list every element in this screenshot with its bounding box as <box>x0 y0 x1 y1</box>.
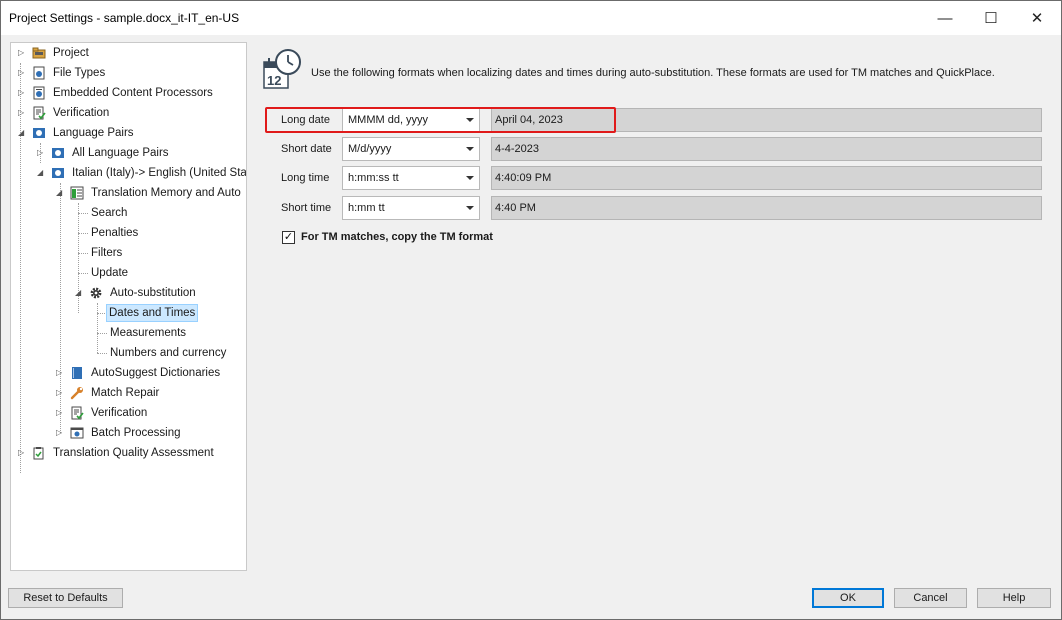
tree-item-label: Filters <box>91 247 123 259</box>
dictionary-icon <box>72 367 82 379</box>
file-types-icon <box>33 66 45 80</box>
tree-item-label: Batch Processing <box>91 427 181 439</box>
expand-arrow-icon[interactable]: ▷ <box>18 83 26 103</box>
tree-item-label: Measurements <box>110 327 187 339</box>
folder-icon <box>32 47 46 59</box>
expand-arrow-icon[interactable]: ▷ <box>56 383 64 403</box>
description-text: Use the following formats when localizin… <box>311 67 995 79</box>
tree-item-label: File Types <box>53 67 106 79</box>
calendar-clock-icon: 12 <box>263 49 301 89</box>
dropdown-arrow-icon[interactable] <box>466 176 474 180</box>
tree-guide-line <box>97 303 98 353</box>
tree-item-label: Numbers and currency <box>110 347 227 359</box>
collapse-arrow-icon[interactable]: ◢ <box>18 123 26 143</box>
language-pairs-icon <box>52 148 64 158</box>
tree-item-label: Match Repair <box>91 387 160 399</box>
expand-arrow-icon[interactable]: ▷ <box>56 423 64 443</box>
dropdown-arrow-icon[interactable] <box>466 206 474 210</box>
minimize-button[interactable]: — <box>922 1 968 35</box>
tree-item-label: Verification <box>91 407 148 419</box>
tree-item-label: Dates and Times <box>106 304 199 322</box>
expand-arrow-icon[interactable]: ▷ <box>18 443 26 463</box>
expand-arrow-icon[interactable]: ▷ <box>18 43 26 63</box>
reset-to-defaults-button[interactable]: Reset to Defaults <box>8 588 123 608</box>
svg-text:12: 12 <box>267 73 281 88</box>
expand-arrow-icon[interactable]: ▷ <box>56 363 64 383</box>
short-time-format-value: h:mm tt <box>348 202 385 214</box>
copy-tm-format-checkbox[interactable]: ✓ <box>282 231 295 244</box>
tree-guide-line <box>78 253 88 254</box>
tree-item-label: Translation Memory and Auto <box>91 187 241 199</box>
expand-arrow-icon[interactable]: ▷ <box>18 63 26 83</box>
collapse-arrow-icon[interactable]: ◢ <box>75 283 83 303</box>
long-date-highlight <box>265 107 616 133</box>
tree-guide-line <box>78 233 88 234</box>
clipboard-icon <box>33 447 44 460</box>
tree-item-label: Penalties <box>91 227 139 239</box>
tree-item-label: Embedded Content Processors <box>53 87 213 99</box>
verification-icon <box>71 406 84 420</box>
collapse-arrow-icon[interactable]: ◢ <box>56 183 64 203</box>
dropdown-arrow-icon[interactable] <box>466 147 474 151</box>
verification-icon <box>33 106 46 120</box>
long-time-label: Long time <box>281 172 330 184</box>
tree-item-label: All Language Pairs <box>72 147 169 159</box>
long-time-format-value: h:mm:ss tt <box>348 172 399 184</box>
tree-guide-line <box>97 353 107 354</box>
tree-item-label: AutoSuggest Dictionaries <box>91 367 221 379</box>
short-time-preview: 4:40 PM <box>491 196 1042 220</box>
help-button[interactable]: Help <box>977 588 1051 608</box>
tree-item-label: Verification <box>53 107 110 119</box>
tree-item-label: Project <box>53 47 89 59</box>
tree-item-label: Translation Quality Assessment <box>53 447 214 459</box>
copy-tm-format-label: For TM matches, copy the TM format <box>301 231 493 243</box>
long-time-preview: 4:40:09 PM <box>491 166 1042 190</box>
expand-arrow-icon[interactable]: ▷ <box>56 403 64 423</box>
short-time-format-combo[interactable]: h:mm tt <box>342 196 480 220</box>
tree-guide-line <box>78 273 88 274</box>
expand-arrow-icon[interactable]: ▷ <box>18 103 26 123</box>
language-pair-icon <box>52 168 64 178</box>
short-date-format-value: M/d/yyyy <box>348 143 392 155</box>
language-pairs-icon <box>33 128 45 138</box>
gear-icon <box>90 287 102 299</box>
tree-guide-line <box>78 213 88 214</box>
long-time-format-combo[interactable]: h:mm:ss tt <box>342 166 480 190</box>
tree-guide-line <box>97 333 107 334</box>
processor-icon <box>33 86 45 100</box>
short-date-format-combo[interactable]: M/d/yyyy <box>342 137 480 161</box>
ok-button[interactable]: OK <box>812 588 884 608</box>
tree-item-label: Search <box>91 207 128 219</box>
wrench-icon <box>70 387 83 400</box>
batch-icon <box>70 427 84 439</box>
title-bar: Project Settings - sample.docx_it-IT_en-… <box>1 1 1061 35</box>
tree-item-label: Italian (Italy)-> English (United Stat <box>72 167 247 179</box>
close-button[interactable]: ✕ <box>1014 1 1060 35</box>
short-time-label: Short time <box>281 202 332 214</box>
tree-item-label: Update <box>91 267 129 279</box>
tree-item-label: Auto-substitution <box>110 287 196 299</box>
window-title: Project Settings - sample.docx_it-IT_en-… <box>9 11 240 25</box>
short-date-preview: 4-4-2023 <box>491 137 1042 161</box>
translation-memory-icon <box>70 186 84 200</box>
maximize-button[interactable]: ☐ <box>968 1 1014 35</box>
tree-item-label: Language Pairs <box>53 127 134 139</box>
expand-arrow-icon[interactable]: ▷ <box>37 143 45 163</box>
short-date-label: Short date <box>281 143 332 155</box>
collapse-arrow-icon[interactable]: ◢ <box>37 163 45 183</box>
cancel-button[interactable]: Cancel <box>894 588 967 608</box>
settings-tree: ▷ Project ▷ File Types ▷ Embedded Conten… <box>10 42 247 571</box>
project-settings-window: Project Settings - sample.docx_it-IT_en-… <box>0 0 1062 620</box>
